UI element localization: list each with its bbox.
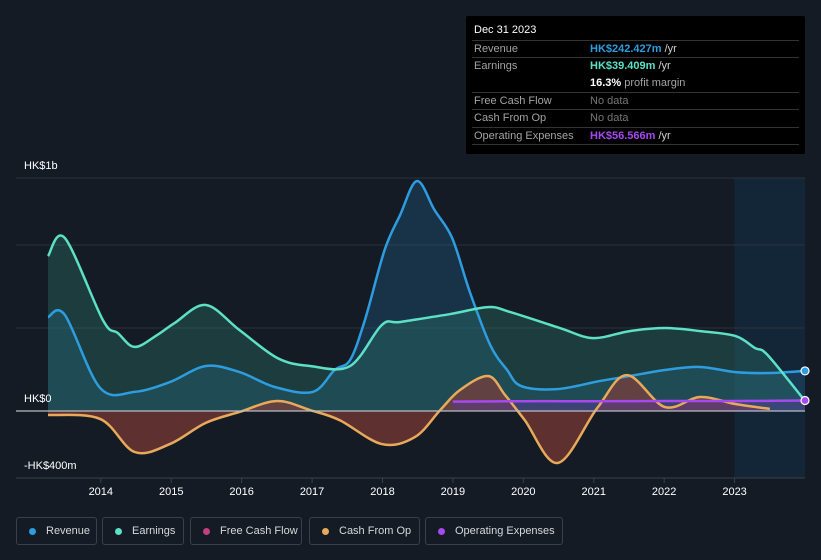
tooltip-row: Earnings HK$39.409m /yr bbox=[472, 57, 799, 75]
legend-label: Free Cash Flow bbox=[220, 525, 298, 537]
x-tick-label: 2017 bbox=[300, 486, 324, 498]
x-tick-label: 2015 bbox=[159, 486, 183, 498]
tooltip-row: Revenue HK$242.427m /yr bbox=[472, 40, 799, 58]
legend-dot-icon bbox=[438, 527, 445, 535]
tooltip-label: Earnings bbox=[474, 60, 518, 73]
legend-dot-icon bbox=[29, 527, 36, 535]
legend-label: Cash From Op bbox=[339, 525, 412, 537]
y-tick-label-zero: HK$0 bbox=[24, 393, 52, 405]
tooltip-row: 16.3% profit margin bbox=[472, 75, 799, 92]
x-tick-label: 2016 bbox=[229, 486, 253, 498]
legend-dot-icon bbox=[115, 527, 122, 535]
legend-item-earnings[interactable]: Earnings bbox=[102, 517, 184, 545]
tooltip-row: Operating Expenses HK$56.566m /yr bbox=[472, 126, 799, 145]
x-tick-label: 2018 bbox=[370, 486, 394, 498]
tooltip-row: Cash From Op No data bbox=[472, 109, 799, 127]
x-tick-label: 2014 bbox=[89, 486, 113, 498]
x-tick-label: 2023 bbox=[722, 486, 746, 498]
tooltip-value: 16.3% profit margin bbox=[590, 76, 686, 89]
tooltip-date: Dec 31 2023 bbox=[474, 24, 537, 36]
y-tick-label-bottom: -HK$400m bbox=[24, 460, 77, 472]
revenue-end-marker bbox=[800, 366, 810, 376]
tooltip-row: Free Cash Flow No data bbox=[472, 91, 799, 110]
x-tick-label: 2020 bbox=[511, 486, 535, 498]
legend-label: Earnings bbox=[132, 525, 176, 537]
tooltip-label: Cash From Op bbox=[474, 112, 547, 125]
legend-label: Operating Expenses bbox=[455, 525, 555, 537]
tooltip-label: Revenue bbox=[474, 43, 519, 55]
operating-expenses-end-marker bbox=[800, 395, 810, 406]
tooltip: Dec 31 2023 Revenue HK$242.427m /yr Earnin… bbox=[466, 16, 805, 154]
x-tick-label: 2022 bbox=[652, 486, 676, 498]
legend-item-operating-expenses[interactable]: Operating Expenses bbox=[425, 517, 563, 545]
legend-dot-icon bbox=[203, 527, 210, 535]
y-tick-label-top: HK$1b bbox=[24, 160, 58, 172]
tooltip-label: Free Cash Flow bbox=[474, 94, 552, 107]
tooltip-value: No data bbox=[590, 112, 629, 125]
legend-item-cash-from-op[interactable]: Cash From Op bbox=[309, 517, 420, 545]
tooltip-label: Operating Expenses bbox=[474, 129, 574, 142]
tooltip-value: HK$242.427m /yr bbox=[590, 43, 677, 55]
legend-dot-icon bbox=[322, 527, 329, 535]
x-tick-label: 2021 bbox=[582, 486, 606, 498]
tooltip-value: HK$39.409m /yr bbox=[590, 60, 671, 73]
legend-label: Revenue bbox=[46, 525, 91, 537]
legend-item-revenue[interactable]: Revenue bbox=[16, 517, 97, 545]
x-tick-label: 2019 bbox=[441, 486, 465, 498]
operating-expenses-line bbox=[452, 399, 806, 403]
tooltip-divider bbox=[472, 143, 799, 162]
tooltip-value: HK$56.566m /yr bbox=[590, 129, 671, 142]
legend-item-free-cash-flow[interactable]: Free Cash Flow bbox=[190, 517, 302, 545]
tooltip-value: No data bbox=[590, 94, 629, 107]
